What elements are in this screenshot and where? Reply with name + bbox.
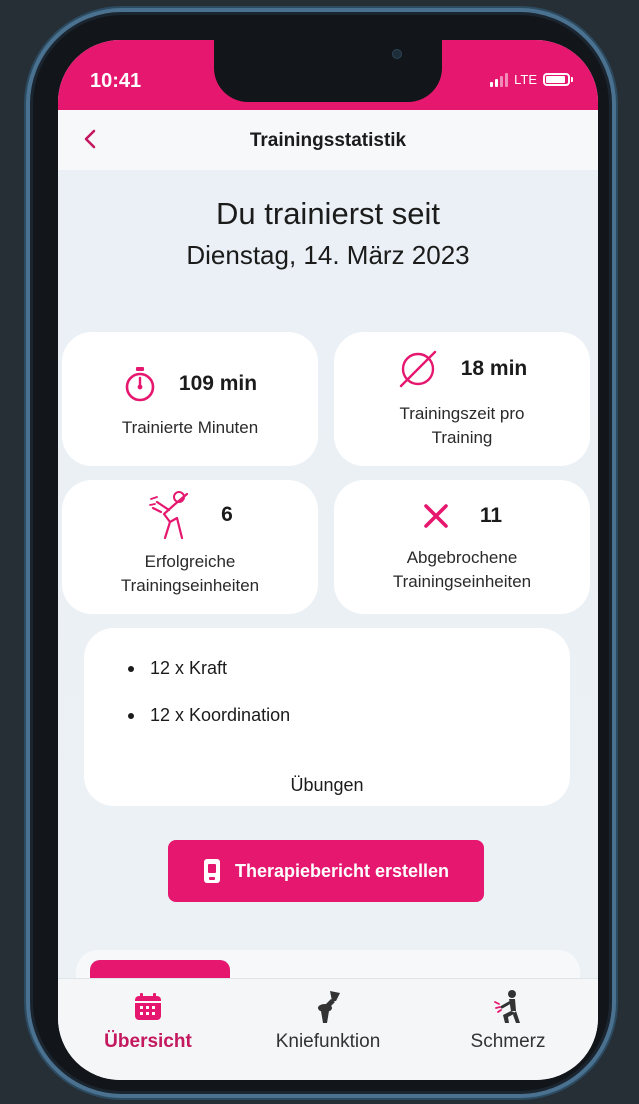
tab-label: Schmerz bbox=[470, 1031, 546, 1052]
stat-card-cancelled: 11 Abgebrochene Trainingseinheiten bbox=[334, 480, 590, 614]
calendar-icon bbox=[135, 993, 161, 1020]
stat-label: Trainierte Minuten bbox=[121, 418, 259, 437]
stat-value: 11 bbox=[479, 504, 503, 527]
statistics-content: Du trainierst seit Dienstag, 14. März 20… bbox=[58, 170, 598, 1020]
knee-joint-icon bbox=[318, 991, 340, 1023]
tab-knee-function[interactable]: Kniefunktion bbox=[238, 979, 418, 1071]
create-report-label: Therapiebericht erstellen bbox=[234, 860, 450, 881]
tab-pain[interactable]: Schmerz bbox=[418, 979, 598, 1071]
stopwatch-icon bbox=[125, 367, 155, 402]
app-screen: 10:41 LTE Trainingsstatistik Du trainier… bbox=[58, 40, 598, 1080]
stat-label: Abgebrochene Trainingseinheiten bbox=[392, 548, 532, 591]
stat-value: 109 min bbox=[178, 372, 258, 395]
stat-label: Erfolgreiche Trainingseinheiten bbox=[120, 552, 260, 595]
stat-label: Trainingszeit pro Training bbox=[399, 404, 525, 447]
tab-label: Übersicht bbox=[104, 1031, 192, 1052]
exercises-card: 12 x Kraft 12 x Koordination Übungen bbox=[84, 628, 570, 806]
stat-card-successful: 6 Erfolgreiche Trainingseinheiten bbox=[62, 480, 318, 614]
status-time: 10:41 bbox=[90, 70, 142, 92]
create-report-button[interactable]: Therapiebericht erstellen bbox=[168, 840, 484, 902]
hero-title: Du trainierst seit bbox=[216, 196, 440, 231]
battery-icon bbox=[543, 73, 573, 86]
bottom-tab-bar: Übersicht Kniefunktion Schmerz bbox=[58, 978, 598, 1080]
tab-label: Kniefunktion bbox=[275, 1031, 381, 1052]
phone-document-icon bbox=[203, 859, 220, 883]
stat-value: 6 bbox=[221, 503, 233, 526]
average-icon bbox=[399, 350, 436, 388]
list-item: 12 x Kraft bbox=[128, 658, 290, 679]
stat-value: 18 min bbox=[460, 357, 528, 380]
camera-icon bbox=[392, 49, 402, 59]
exercise-list: 12 x Kraft 12 x Koordination bbox=[128, 658, 290, 752]
status-bar: 10:41 LTE bbox=[58, 40, 598, 110]
notch bbox=[214, 40, 442, 102]
hero-date: Dienstag, 14. März 2023 bbox=[186, 240, 470, 270]
signal-icon bbox=[490, 72, 509, 87]
status-indicators: LTE bbox=[490, 72, 573, 87]
cross-icon bbox=[424, 504, 448, 528]
stat-card-trained-minutes: 109 min Trainierte Minuten bbox=[62, 332, 318, 466]
network-label: LTE bbox=[514, 72, 537, 87]
pain-person-icon bbox=[494, 990, 520, 1023]
page-title: Trainingsstatistik bbox=[249, 130, 407, 151]
exercises-label: Übungen bbox=[290, 775, 364, 795]
list-item: 12 x Koordination bbox=[128, 705, 290, 726]
tab-overview[interactable]: Übersicht bbox=[58, 979, 238, 1071]
nav-bar: Trainingsstatistik bbox=[58, 110, 598, 170]
stat-card-time-per-training: 18 min Trainingszeit pro Training bbox=[334, 332, 590, 466]
exercise-person-icon bbox=[149, 491, 189, 540]
